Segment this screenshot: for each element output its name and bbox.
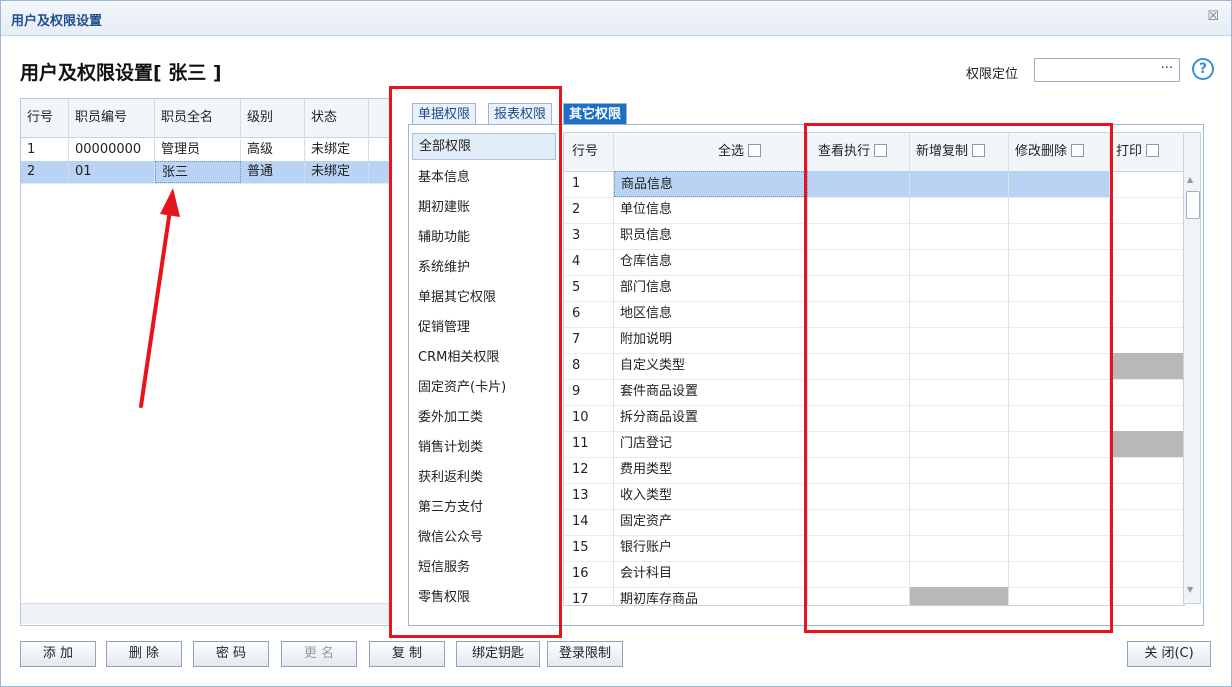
annotation-arrow-icon [139, 188, 180, 408]
